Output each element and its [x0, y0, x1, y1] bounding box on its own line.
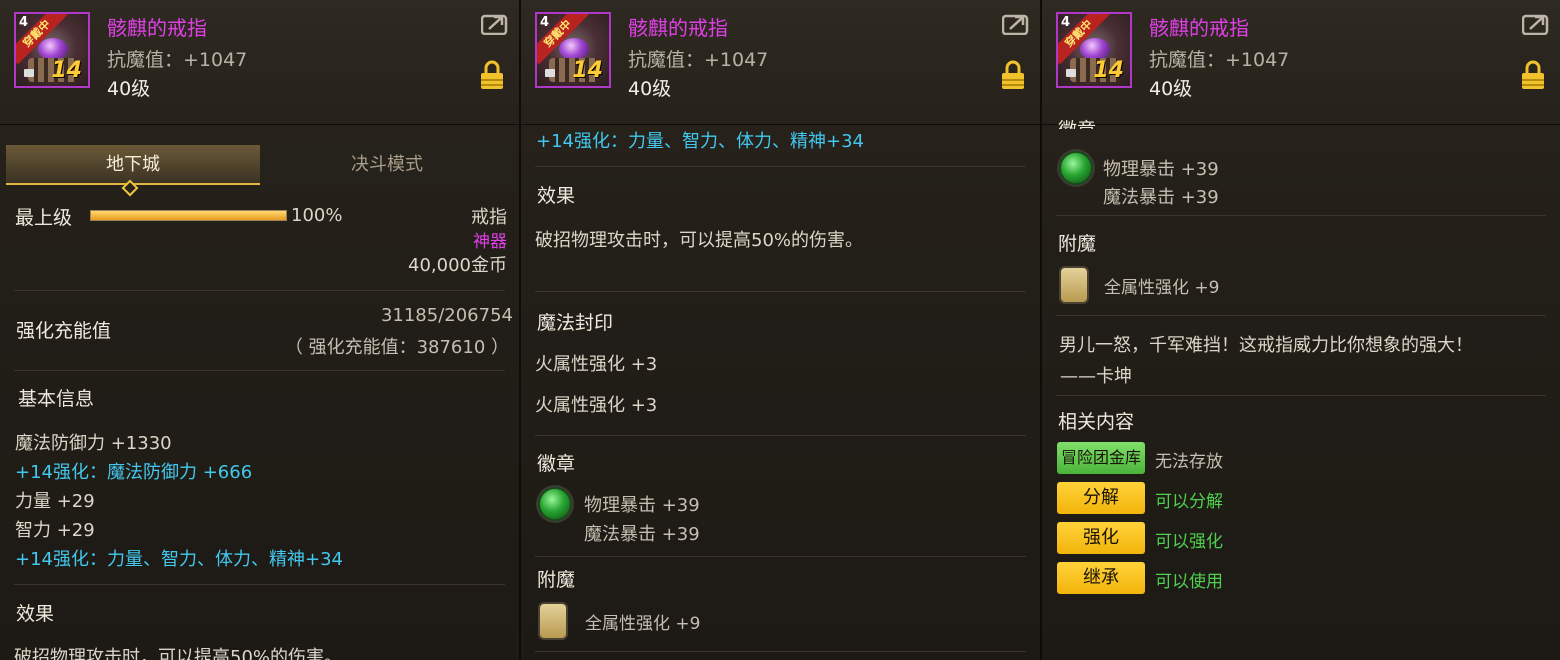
stat-line: +14强化：魔法防御力 +666	[15, 462, 253, 483]
item-header: 穿戴中 4 14 骸麒的戒指 抗魔值：+1047 40级	[1042, 0, 1560, 125]
mode-tabs: 地下城 决斗模式	[6, 145, 514, 185]
enchant-title: 附魔	[1058, 233, 1097, 255]
flavor-author: ——卡坤	[1060, 366, 1132, 387]
enhance-charge: （ 强化充能值：387610 ）	[284, 337, 509, 358]
progress-bar	[90, 210, 287, 221]
icon-enhance-level: 14	[572, 58, 603, 83]
emblem-line: 魔法暴击 +39	[1103, 187, 1219, 208]
enhance-value: 31185/206754	[380, 305, 513, 326]
ring-item-icon: 穿戴中 4 14	[535, 12, 611, 88]
magic-resist: 抗魔值：+1047	[107, 49, 248, 71]
stat-line: 力量 +29	[15, 491, 95, 512]
item-name: 骸麒的戒指	[628, 16, 728, 40]
effect-title: 效果	[537, 185, 576, 207]
enhance-button[interactable]: 强化	[1057, 522, 1145, 554]
tooltip-panel-1: 穿戴中 4 14 骸麒的戒指 抗魔值：+1047 40级 地下城 决斗模式 最上…	[0, 0, 521, 660]
disassemble-status: 可以分解	[1155, 492, 1223, 512]
emblem-title-cut: 徽章	[1058, 115, 1096, 129]
related-title: 相关内容	[1058, 411, 1135, 433]
ring-item-icon: 穿戴中 4 14	[1056, 12, 1132, 88]
icon-enhance-level: 14	[51, 58, 82, 83]
stat-line: +14强化：力量、智力、体力、精神+34	[15, 549, 343, 570]
item-level: 40级	[628, 78, 672, 100]
icon-number: 4	[19, 15, 29, 30]
enchant-line: 全属性强化 +9	[585, 614, 701, 634]
inherit-status: 可以使用	[1155, 572, 1223, 592]
emblem-orb-icon	[540, 489, 570, 519]
basic-info-title: 基本信息	[18, 388, 95, 410]
item-name: 骸麒的戒指	[107, 16, 207, 40]
seal-line: 火属性强化 +3	[535, 354, 658, 375]
emblem-title: 徽章	[537, 453, 576, 475]
tab-pvp[interactable]: 决斗模式	[260, 145, 514, 185]
flavor-text: 男儿一怒，千军难挡！这戒指威力比你想象的强大！	[1059, 335, 1473, 356]
icon-number: 4	[540, 15, 550, 30]
enchant-line: 全属性强化 +9	[1104, 278, 1220, 298]
effect-title: 效果	[16, 603, 55, 625]
enchant-card-icon	[540, 604, 566, 638]
enhance-label: 强化充能值	[16, 320, 112, 342]
magic-resist: 抗魔值：+1047	[1149, 49, 1290, 71]
lock-icon[interactable]	[1001, 60, 1025, 90]
enhance-status: 可以强化	[1155, 532, 1223, 552]
item-level: 40级	[107, 78, 151, 100]
share-icon[interactable]	[1522, 13, 1550, 35]
magic-resist: 抗魔值：+1047	[628, 49, 769, 71]
share-icon[interactable]	[1002, 13, 1030, 35]
slot-type: 戒指	[471, 207, 507, 228]
progress-fill	[91, 211, 286, 220]
small-lock-icon	[545, 69, 555, 77]
lock-icon[interactable]	[480, 60, 504, 90]
effect-text: 破招物理攻击时，可以提高50%的伤害。	[14, 647, 343, 660]
lock-icon[interactable]	[1521, 60, 1545, 90]
icon-number: 4	[1061, 15, 1071, 30]
vault-status: 无法存放	[1155, 452, 1223, 472]
seal-line: 火属性强化 +3	[535, 395, 658, 416]
stat-line: 魔法防御力 +1330	[15, 433, 172, 454]
emblem-line: 物理暴击 +39	[1103, 159, 1219, 180]
seal-title: 魔法封印	[537, 312, 614, 334]
emblem-orb-icon	[1061, 153, 1091, 183]
price: 40,000金币	[408, 255, 507, 276]
enchant-card-icon	[1061, 268, 1087, 302]
inherit-button[interactable]: 继承	[1057, 562, 1145, 594]
item-name: 骸麒的戒指	[1149, 16, 1249, 40]
disassemble-button[interactable]: 分解	[1057, 482, 1145, 514]
stat-line: +14强化：力量、智力、体力、精神+34	[536, 131, 864, 152]
emblem-line: 魔法暴击 +39	[584, 524, 700, 545]
share-icon[interactable]	[481, 13, 509, 35]
item-level: 40级	[1149, 78, 1193, 100]
adventure-vault-button[interactable]: 冒险团金库	[1057, 442, 1145, 474]
emblem-line: 物理暴击 +39	[584, 495, 700, 516]
small-lock-icon	[24, 69, 34, 77]
enchant-title: 附魔	[537, 569, 576, 591]
item-header: 穿戴中 4 14 骸麒的戒指 抗魔值：+1047 40级	[521, 0, 1040, 125]
stat-line: 智力 +29	[15, 520, 95, 541]
small-lock-icon	[1066, 69, 1076, 77]
top-level-label: 最上级	[15, 207, 73, 229]
ring-item-icon: 穿戴中 4 14	[14, 12, 90, 88]
tooltip-panel-2: 穿戴中 4 14 骸麒的戒指 抗魔值：+1047 40级 +14强化：力量、智力…	[521, 0, 1042, 660]
icon-enhance-level: 14	[1093, 58, 1124, 83]
tooltip-panel-3: 穿戴中 4 14 骸麒的戒指 抗魔值：+1047 40级 徽章 物理暴击 +39	[1042, 0, 1560, 660]
tab-dungeon[interactable]: 地下城	[6, 145, 260, 185]
rarity: 神器	[473, 232, 507, 252]
progress-percent: 100%	[291, 205, 343, 226]
item-header: 穿戴中 4 14 骸麒的戒指 抗魔值：+1047 40级	[0, 0, 519, 125]
effect-text: 破招物理攻击时，可以提高50%的伤害。	[535, 230, 864, 251]
